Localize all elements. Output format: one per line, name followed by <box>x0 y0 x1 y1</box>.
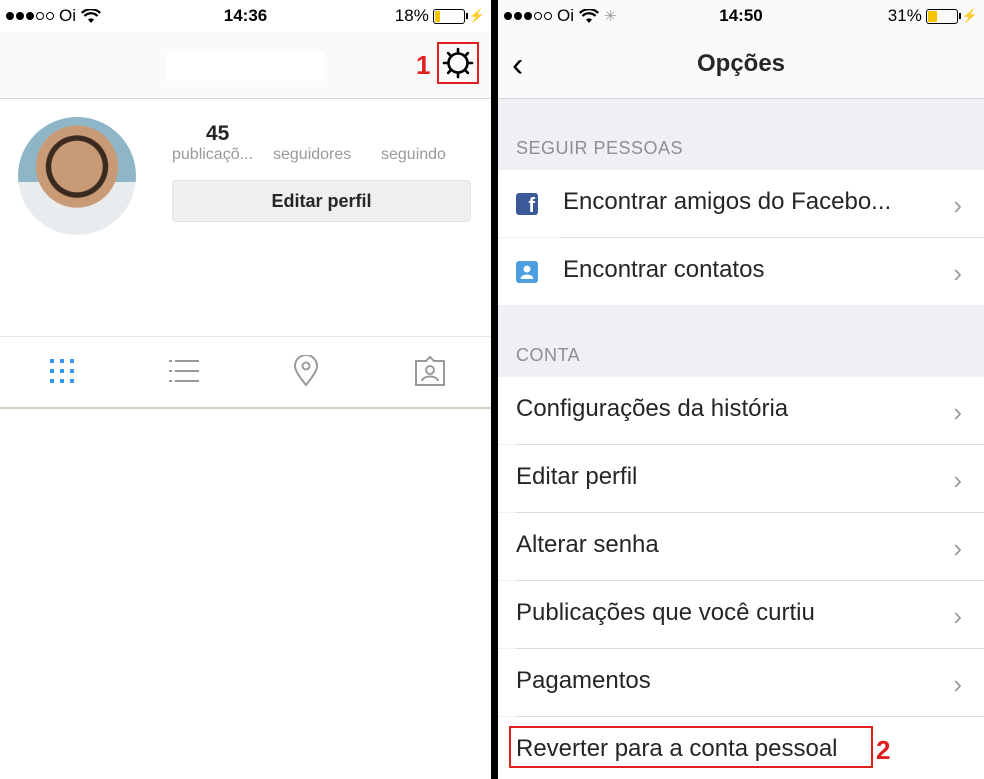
chevron-right-icon: › <box>953 258 962 288</box>
battery-info: 31% ⚡ <box>888 6 978 26</box>
chevron-right-icon: › <box>953 190 962 220</box>
options-screen: Oi ✳ 14:50 31% ⚡ ‹ Opções SEGUIR PESSOAS… <box>498 0 984 779</box>
profile-screen: Oi 14:36 18% ⚡ 1 45 publicaçõ... seguido… <box>0 0 491 779</box>
row-label: Encontrar contatos <box>563 256 765 283</box>
battery-icon <box>432 8 468 24</box>
row-label: Alterar senha <box>516 531 659 558</box>
battery-percent: 18% <box>394 6 429 25</box>
row-change-password[interactable]: Alterar senha › <box>498 513 984 580</box>
row-label: Pagamentos <box>516 667 651 694</box>
row-label: Encontrar amigos do Facebo... <box>563 188 892 215</box>
row-story-settings[interactable]: Configurações da história › <box>498 377 984 444</box>
avatar[interactable] <box>18 117 136 235</box>
battery-info: 18% ⚡ <box>395 6 485 26</box>
grid-icon[interactable] <box>46 355 78 387</box>
row-liked-posts[interactable]: Publicações que você curtiu › <box>498 581 984 648</box>
battery-percent: 31% <box>887 6 922 25</box>
options-header: ‹ Opções <box>498 32 984 99</box>
contacts-icon <box>516 261 538 283</box>
status-bar: Oi 14:36 18% ⚡ <box>0 0 491 32</box>
profile-tabs <box>0 336 491 409</box>
list-icon[interactable] <box>168 355 200 387</box>
annotation-1: 1 <box>416 50 431 80</box>
revert-highlight <box>509 726 873 768</box>
charging-icon: ⚡ <box>961 8 978 23</box>
section-header-account: CONTA <box>516 345 581 365</box>
row-label: Editar perfil <box>516 463 638 490</box>
posts-count: 45 <box>206 122 230 145</box>
chevron-right-icon: › <box>953 669 962 699</box>
row-payments[interactable]: Pagamentos › <box>498 649 984 716</box>
row-edit-profile[interactable]: Editar perfil › <box>498 445 984 512</box>
facebook-icon: f <box>516 193 538 217</box>
edit-profile-button[interactable]: Editar perfil <box>172 180 471 222</box>
page-title: Opções <box>696 50 786 77</box>
chevron-right-icon: › <box>953 533 962 563</box>
row-find-facebook-friends[interactable]: f Encontrar amigos do Facebo... › <box>498 170 984 237</box>
chevron-right-icon: › <box>953 397 962 427</box>
profile-header: 1 <box>0 32 491 99</box>
followers-label[interactable]: seguidores <box>273 146 351 164</box>
chevron-right-icon: › <box>953 465 962 495</box>
row-find-contacts[interactable]: Encontrar contatos › <box>498 238 984 305</box>
location-pin-icon[interactable] <box>290 355 322 387</box>
annotation-2: 2 <box>876 735 891 765</box>
row-label: Configurações da história <box>516 395 789 422</box>
gear-icon[interactable] <box>442 47 474 79</box>
tagged-photos-icon[interactable] <box>414 355 446 387</box>
section-header-follow: SEGUIR PESSOAS <box>516 138 684 158</box>
charging-icon: ⚡ <box>468 8 485 23</box>
posts-label[interactable]: publicaçõ... <box>172 146 253 164</box>
chevron-right-icon: › <box>953 601 962 631</box>
username-redacted <box>167 51 324 81</box>
battery-icon <box>925 8 961 24</box>
status-bar: Oi ✳ 14:50 31% ⚡ <box>498 0 984 32</box>
following-label[interactable]: seguindo <box>381 146 446 164</box>
row-label: Publicações que você curtiu <box>516 599 815 626</box>
